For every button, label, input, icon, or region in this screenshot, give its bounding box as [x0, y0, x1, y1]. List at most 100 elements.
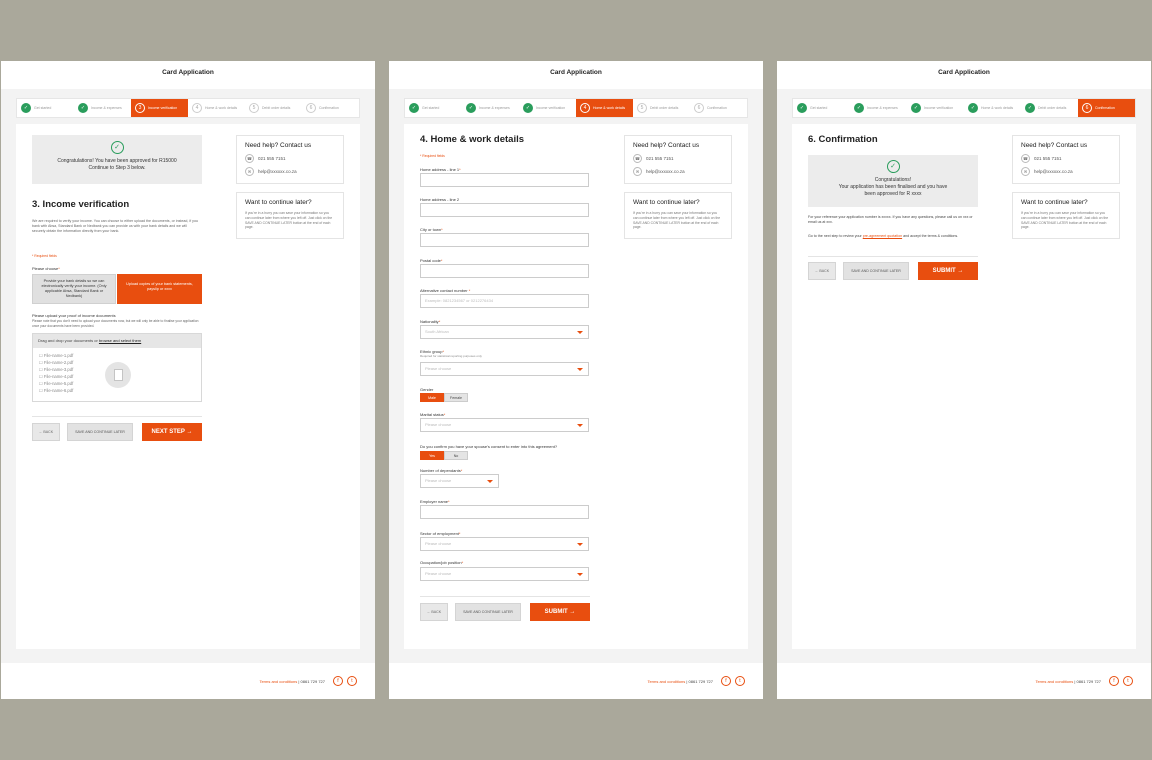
required-note: * Required fields — [32, 254, 57, 258]
step-income-verification[interactable]: ✓ Income verification — [519, 99, 576, 117]
step-home-work[interactable]: 4 Home & work details — [576, 99, 633, 117]
check-icon: ✓ — [523, 103, 533, 113]
browse-link[interactable]: browse and select them — [99, 338, 141, 343]
file-item[interactable]: ☐ File-name-1.pdf — [39, 352, 195, 359]
step-get-started[interactable]: ✓ Get started — [17, 99, 74, 117]
app-title: Card Application — [389, 61, 763, 89]
phone-row[interactable]: ☎ 021 555 7151 — [245, 154, 335, 163]
email-row[interactable]: ✉ help@xxxxxx.co.za — [633, 167, 723, 176]
step-get-started[interactable]: ✓ Get started — [793, 99, 850, 117]
marital-status-select[interactable]: Please choose — [420, 418, 589, 432]
twitter-icon[interactable]: t — [1123, 676, 1133, 686]
panel-home-work: Card Application ✓ Get started ✓ Income & … — [389, 61, 763, 699]
step-home-work[interactable]: 4 Home & work details — [188, 99, 245, 117]
back-button[interactable]: ← BACK — [420, 603, 448, 621]
option-bank-details[interactable]: Provide your bank details so we can elec… — [32, 274, 116, 304]
consent-no[interactable]: No — [444, 451, 468, 460]
step-income-expenses[interactable]: ✓ Income & expenses — [74, 99, 131, 117]
phone-row[interactable]: ☎ 021 555 7151 — [1021, 154, 1111, 163]
sector-select[interactable]: Please choose — [420, 537, 589, 551]
check-icon: ✓ — [466, 103, 476, 113]
continue-later-box: Want to continue later? If you're in a h… — [624, 192, 732, 239]
panel-confirmation: Card Application ✓ Get started ✓ Income & … — [777, 61, 1151, 699]
submit-button[interactable]: SUBMIT → — [530, 603, 590, 621]
occupation-select[interactable]: Please choose — [420, 567, 589, 581]
help-box: Need help? Contact us ☎ 021 555 7151 ✉ hel… — [236, 135, 344, 184]
facebook-icon[interactable]: f — [721, 676, 731, 686]
upload-label: Please upload your proof of income docum… — [32, 313, 116, 318]
next-step-text: Go to the next step to review your pre-a… — [808, 234, 959, 238]
main-card: 4. Home & work details * Required fields… — [404, 124, 748, 649]
check-icon: ✓ — [409, 103, 419, 113]
ethnic-group-select[interactable]: Please choose — [420, 362, 589, 376]
check-icon: ✓ — [854, 103, 864, 113]
continue-later-box: Want to continue later? If you're in a h… — [1012, 192, 1120, 239]
alt-contact-input[interactable]: Example: 0821234567 or 0212276434 — [420, 294, 589, 308]
email-row[interactable]: ✉ help@xxxxxx.co.za — [245, 167, 335, 176]
back-button[interactable]: ← BACK — [808, 262, 836, 280]
step-income-verification[interactable]: ✓ Income verification — [907, 99, 964, 117]
step-confirmation[interactable]: 6 Confirmation — [1078, 99, 1135, 117]
approval-notice: ✓ Congratulations! You have been approve… — [32, 135, 202, 184]
step-income-verification[interactable]: 3 Income verification — [131, 99, 188, 117]
city-input[interactable] — [420, 233, 589, 247]
postal-code-input[interactable] — [420, 264, 589, 278]
save-continue-button[interactable]: SAVE AND CONTINUE LATER — [843, 262, 909, 280]
pre-agreement-link[interactable]: pre-agreement quotation — [863, 234, 902, 238]
email-row[interactable]: ✉ help@xxxxxx.co.za — [1021, 167, 1111, 176]
facebook-icon[interactable]: f — [1109, 676, 1119, 686]
twitter-icon[interactable]: t — [735, 676, 745, 686]
check-icon: ✓ — [797, 103, 807, 113]
page-title: 6. Confirmation — [808, 134, 878, 145]
terms-link[interactable]: Terms and conditions — [259, 679, 297, 684]
save-continue-button[interactable]: SAVE AND CONTINUE LATER — [455, 603, 521, 621]
step-debit-order[interactable]: ✓ Debit order details — [1021, 99, 1078, 117]
required-note: * Required fields — [420, 154, 445, 158]
step-income-expenses[interactable]: ✓ Income & expenses — [850, 99, 907, 117]
file-item[interactable]: ☐ File-name-6.pdf — [39, 387, 195, 394]
main-card: 6. Confirmation ✓ Congratulations! Your … — [792, 124, 1136, 649]
terms-link[interactable]: Terms and conditions — [647, 679, 685, 684]
phone-icon: ☎ — [245, 154, 254, 163]
step-income-expenses[interactable]: ✓ Income & expenses — [462, 99, 519, 117]
step-debit-order[interactable]: 5 Debit order details — [633, 99, 690, 117]
home-address-2-input[interactable] — [420, 203, 589, 217]
gender-male[interactable]: Male — [420, 393, 444, 402]
nationality-select[interactable]: South African — [420, 325, 589, 339]
submit-button[interactable]: SUBMIT → — [918, 262, 978, 280]
step-confirmation[interactable]: 6 Confirmation — [302, 99, 359, 117]
dropzone-header: Drag and drop your documents or browse a… — [33, 334, 201, 348]
gender-female[interactable]: Female — [444, 393, 468, 402]
dependants-select[interactable]: Please choose — [420, 474, 499, 488]
consent-yes[interactable]: Yes — [420, 451, 444, 460]
help-box: Need help? Contact us ☎ 021 555 7151 ✉ hel… — [1012, 135, 1120, 184]
step-get-started[interactable]: ✓ Get started — [405, 99, 462, 117]
intro-text: We are required to verify your income. Y… — [32, 219, 198, 234]
panel-income-verification: Card Application ✓ Get started ✓ Income & … — [1, 61, 375, 699]
phone-row[interactable]: ☎ 021 555 7151 — [633, 154, 723, 163]
home-address-1-input[interactable] — [420, 173, 589, 187]
consent-toggle: Yes No — [420, 451, 468, 460]
next-step-button[interactable]: NEXT STEP → — [142, 423, 202, 441]
dropzone[interactable]: Drag and drop your documents or browse a… — [32, 333, 202, 402]
app-title: Card Application — [1, 61, 375, 89]
step-debit-order[interactable]: 5 Debit order details — [245, 99, 302, 117]
twitter-icon[interactable]: t — [347, 676, 357, 686]
back-button[interactable]: ← BACK — [32, 423, 60, 441]
mail-icon: ✉ — [245, 167, 254, 176]
page-title: 3. Income verification — [32, 199, 130, 210]
help-box: Need help? Contact us ☎ 021 555 7151 ✉ hel… — [624, 135, 732, 184]
terms-link[interactable]: Terms and conditions — [1035, 679, 1073, 684]
check-icon: ✓ — [21, 103, 31, 113]
step-confirmation[interactable]: 6 Confirmation — [690, 99, 747, 117]
employer-name-input[interactable] — [420, 505, 589, 519]
continue-later-box: Want to continue later? If you're in a h… — [236, 192, 344, 239]
reference-text: For your reference your application numb… — [808, 215, 973, 225]
choose-label: Please choose* — [32, 266, 60, 271]
check-icon: ✓ — [1025, 103, 1035, 113]
save-continue-button[interactable]: SAVE AND CONTINUE LATER — [67, 423, 133, 441]
step-home-work[interactable]: ✓ Home & work details — [964, 99, 1021, 117]
step-progress: ✓ Get started ✓ Income & expenses 3 Income … — [16, 98, 360, 118]
option-upload-copies[interactable]: Upload copies of your bank statements, p… — [117, 274, 202, 304]
facebook-icon[interactable]: f — [333, 676, 343, 686]
